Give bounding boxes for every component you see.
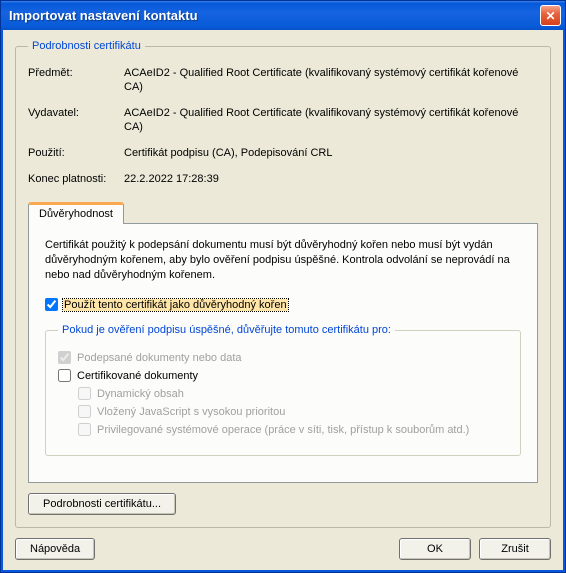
usage-label: Použití: <box>28 146 124 160</box>
trusted-root-checkbox[interactable] <box>45 298 58 311</box>
embedded-js-checkbox <box>78 405 91 418</box>
tab-trust[interactable]: Důvěryhodnost <box>28 202 124 224</box>
embedded-js-label: Vložený JavaScript s vysokou prioritou <box>97 406 285 418</box>
certified-docs-row: Certifikované dokumenty <box>58 369 508 382</box>
issuer-label: Vydavatel: <box>28 106 124 134</box>
certificate-details-group: Podrobnosti certifikátu Předmět: ACAeID2… <box>15 40 551 528</box>
certified-docs-checkbox[interactable] <box>58 369 71 382</box>
subject-row: Předmět: ACAeID2 - Qualified Root Certif… <box>28 66 538 94</box>
issuer-value: ACAeID2 - Qualified Root Certificate (kv… <box>124 106 538 134</box>
signed-docs-row: Podepsané dokumenty nebo data <box>58 351 508 364</box>
cancel-button[interactable]: Zrušit <box>479 538 551 560</box>
trust-description: Certifikát použitý k podepsání dokumentu… <box>45 238 521 283</box>
subject-label: Předmět: <box>28 66 124 94</box>
client-area: Podrobnosti certifikátu Předmět: ACAeID2… <box>1 30 565 572</box>
certified-docs-label: Certifikované dokumenty <box>77 370 198 382</box>
dynamic-content-checkbox <box>78 387 91 400</box>
dialog-window: Importovat nastavení kontaktu ✕ Podrobno… <box>0 0 566 573</box>
signed-docs-checkbox <box>58 351 71 364</box>
privileged-ops-row: Privilegované systémové operace (práce v… <box>78 423 508 436</box>
certificate-details-legend: Podrobnosti certifikátu <box>28 40 145 52</box>
trust-panel: Certifikát použitý k podepsání dokumentu… <box>28 223 538 483</box>
issuer-row: Vydavatel: ACAeID2 - Qualified Root Cert… <box>28 106 538 134</box>
cert-details-button-row: Podrobnosti certifikátu... <box>28 493 538 515</box>
close-icon: ✕ <box>545 9 555 23</box>
certificate-details-button[interactable]: Podrobnosti certifikátu... <box>28 493 176 515</box>
expiry-row: Konec platnosti: 22.2.2022 17:28:39 <box>28 172 538 186</box>
ok-button[interactable]: OK <box>399 538 471 560</box>
tab-strip: Důvěryhodnost <box>28 202 538 223</box>
privileged-ops-checkbox <box>78 423 91 436</box>
usage-row: Použití: Certifikát podpisu (CA), Podepi… <box>28 146 538 160</box>
expiry-label: Konec platnosti: <box>28 172 124 186</box>
trust-for-group: Pokud je ověření podpisu úspěšné, důvěřu… <box>45 324 521 456</box>
subject-value: ACAeID2 - Qualified Root Certificate (kv… <box>124 66 538 94</box>
titlebar: Importovat nastavení kontaktu ✕ <box>1 1 565 30</box>
dynamic-content-label: Dynamický obsah <box>97 388 184 400</box>
usage-value: Certifikát podpisu (CA), Podepisování CR… <box>124 146 538 160</box>
privileged-ops-label: Privilegované systémové operace (práce v… <box>97 424 469 436</box>
window-title: Importovat nastavení kontaktu <box>9 8 540 23</box>
bottom-button-bar: Nápověda OK Zrušit <box>15 538 551 560</box>
right-buttons: OK Zrušit <box>399 538 551 560</box>
dynamic-content-row: Dynamický obsah <box>78 387 508 400</box>
tab-area: Důvěryhodnost Certifikát použitý k podep… <box>28 202 538 483</box>
trusted-root-row: Použít tento certifikát jako důvěryhodný… <box>45 298 521 311</box>
trusted-root-label: Použít tento certifikát jako důvěryhodný… <box>63 299 288 311</box>
close-button[interactable]: ✕ <box>540 5 561 26</box>
trust-for-legend: Pokud je ověření podpisu úspěšné, důvěřu… <box>58 324 395 336</box>
signed-docs-label: Podepsané dokumenty nebo data <box>77 352 242 364</box>
embedded-js-row: Vložený JavaScript s vysokou prioritou <box>78 405 508 418</box>
help-button[interactable]: Nápověda <box>15 538 95 560</box>
panel-spacer <box>45 456 521 468</box>
expiry-value: 22.2.2022 17:28:39 <box>124 172 538 186</box>
